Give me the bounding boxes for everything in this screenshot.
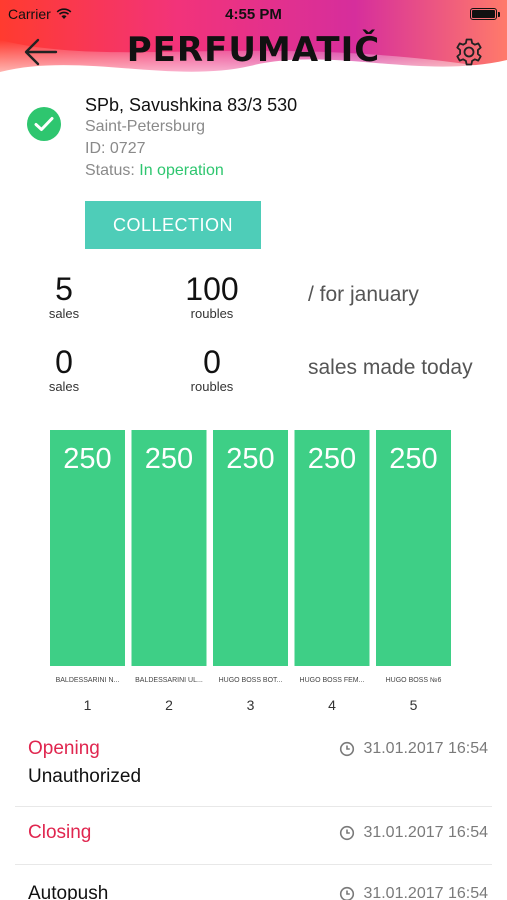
- divider: [15, 806, 492, 807]
- event-subtitle: Unauthorized: [28, 766, 142, 787]
- bar-value-label: 250: [145, 443, 193, 475]
- slot-number-label: 2: [165, 697, 173, 713]
- category-label: HUGO BOSS FEM...: [300, 677, 365, 684]
- today-caption: sales made today: [308, 356, 473, 379]
- month-sales-label: sales: [48, 306, 80, 321]
- slot-number-label: 3: [247, 697, 255, 713]
- category-label: HUGO BOSS BOT...: [219, 677, 283, 684]
- location-info: SPb, Savushkina 83/3 530 Saint-Petersbur…: [85, 94, 297, 182]
- clock-icon: [340, 741, 355, 757]
- category-label: BALDESSARINI UL...: [135, 677, 203, 684]
- month-roubles-stat: 100 roubles: [164, 272, 260, 322]
- slot-number-label: 1: [84, 697, 92, 713]
- month-caption: / for january: [308, 283, 419, 306]
- divider: [15, 864, 492, 865]
- slot-number-label: 5: [410, 697, 418, 713]
- event-closing[interactable]: Closing 31.01.2017 16:54: [28, 822, 488, 844]
- today-sales-label: sales: [48, 379, 80, 394]
- month-roubles-label: roubles: [190, 306, 234, 321]
- settings-button[interactable]: [453, 36, 485, 68]
- status-value: In operation: [139, 162, 224, 179]
- status-bar: Carrier 4:55 PM: [0, 0, 507, 28]
- month-sales-stat: 5 sales: [24, 272, 104, 322]
- location-id: ID: 0727: [85, 140, 146, 157]
- bar-value-label: 250: [308, 443, 356, 475]
- today-roubles-value: 0: [203, 344, 221, 380]
- location-status: Status: In operation: [85, 160, 297, 182]
- category-label: HUGO BOSS №6: [386, 677, 442, 684]
- status-label: Status:: [85, 162, 135, 179]
- event-autopush[interactable]: Autopush 31.01.2017 16:54: [28, 883, 488, 900]
- clock-icon: [340, 886, 355, 900]
- battery-icon: [470, 8, 500, 20]
- bar-value-label: 250: [389, 443, 437, 475]
- clock-icon: [340, 825, 355, 841]
- bar-value-label: 250: [226, 443, 274, 475]
- product-sales-chart: 250 BALDESSARINI N... 1 250 BALDESSARINI UL.…: [50, 430, 451, 713]
- bar-value-label: 250: [63, 443, 111, 475]
- event-time-value: 31.01.2017 16:54: [363, 740, 488, 757]
- event-time-value: 31.01.2017 16:54: [363, 824, 488, 841]
- app-logo: PERFUMATIČ: [126, 30, 381, 70]
- slot-number-label: 4: [328, 697, 336, 713]
- today-roubles-stat: 0 roubles: [164, 345, 260, 395]
- today-roubles-label: roubles: [190, 379, 234, 394]
- month-roubles-value: 100: [185, 271, 239, 307]
- location-city: Saint-Petersburg: [85, 118, 206, 135]
- today-sales-stat: 0 sales: [24, 345, 104, 395]
- category-label: BALDESSARINI N...: [56, 677, 120, 684]
- event-time: 31.01.2017 16:54: [339, 824, 488, 842]
- gear-icon: [456, 38, 482, 66]
- event-time: 31.01.2017 16:54: [339, 740, 488, 758]
- event-time-value: 31.01.2017 16:54: [363, 885, 488, 900]
- event-time: 31.01.2017 16:54: [339, 885, 488, 900]
- app-header: Carrier 4:55 PM PERFUMATIČ: [0, 0, 507, 84]
- collection-button[interactable]: COLLECTION: [85, 201, 261, 249]
- month-sales-value: 5: [55, 271, 73, 307]
- status-check-icon: [27, 107, 61, 141]
- status-time: 4:55 PM: [225, 6, 282, 23]
- event-opening[interactable]: Opening 31.01.2017 16:54 Unauthorized: [28, 738, 488, 788]
- location-address: SPb, Savushkina 83/3 530: [85, 95, 298, 115]
- today-sales-value: 0: [55, 344, 73, 380]
